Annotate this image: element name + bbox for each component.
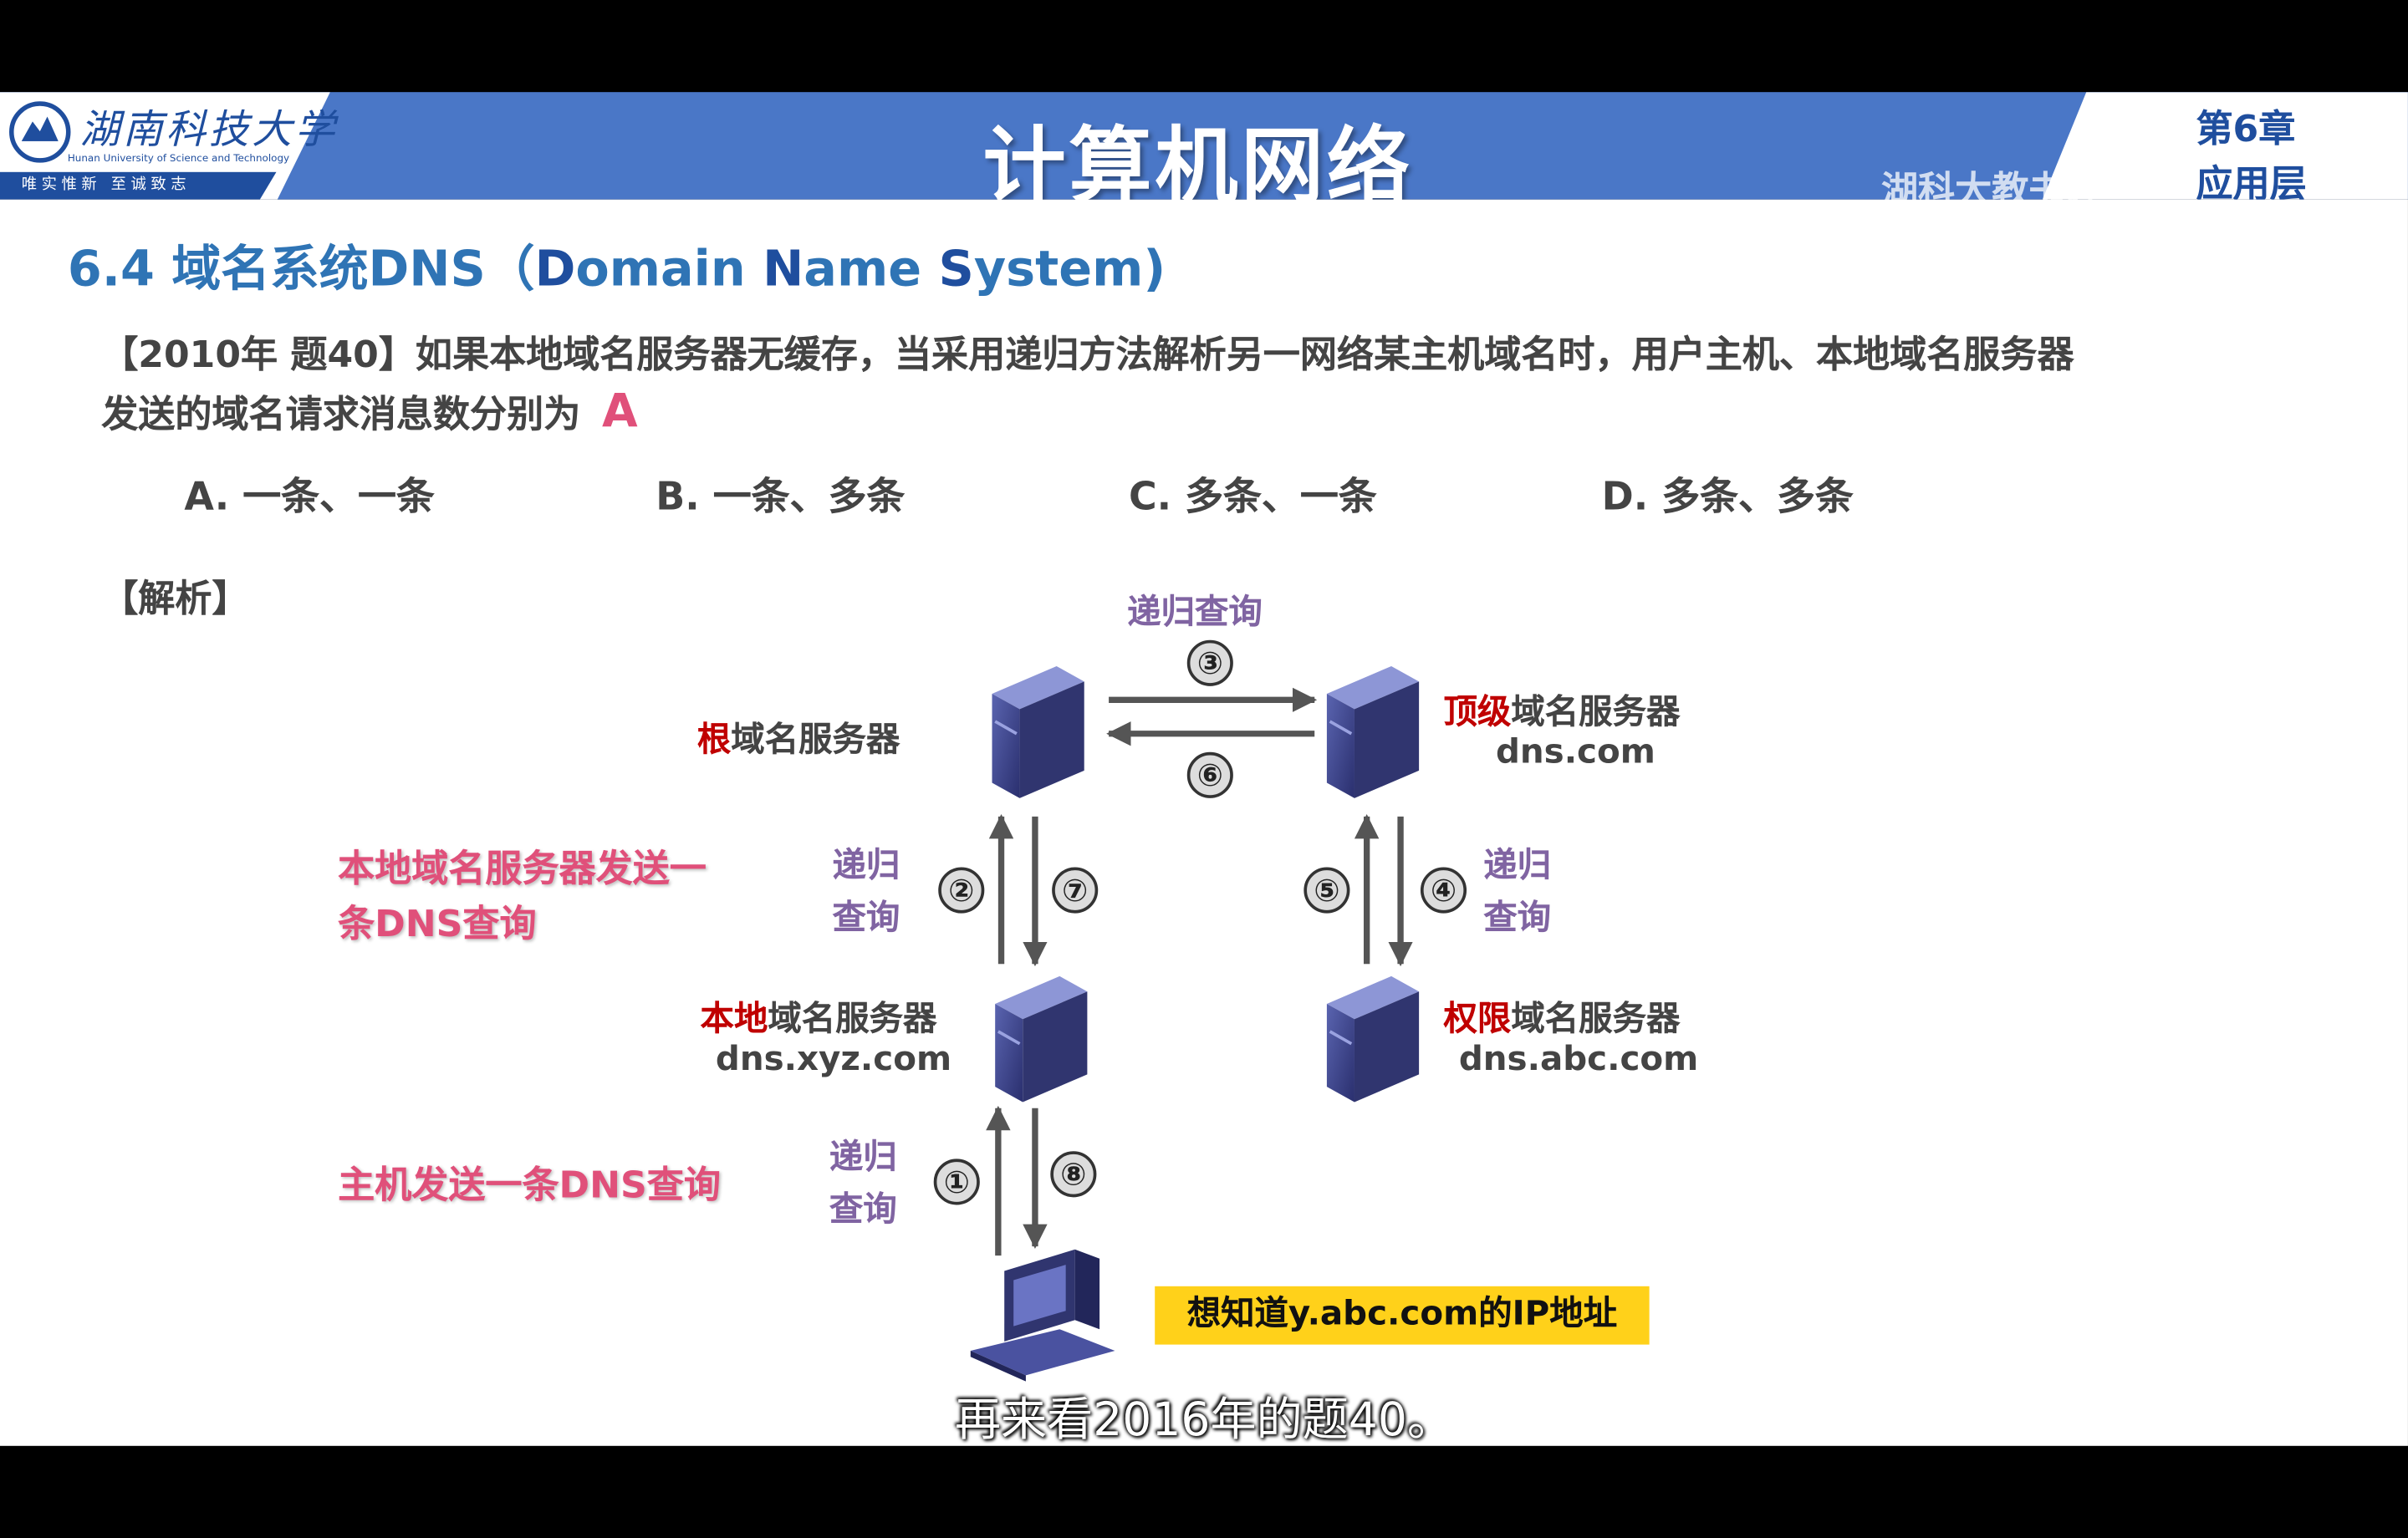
root-server-icon [992, 665, 1084, 798]
auth-server-label: 权限域名服务器 [1443, 991, 1680, 1041]
step-1: ① [933, 1159, 980, 1205]
tld-server-domain: dns.com [1495, 733, 1656, 772]
auth-server-domain: dns.abc.com [1458, 1041, 1699, 1079]
tld-server-label: 顶级域名服务器 [1443, 685, 1680, 734]
local-server-label: 本地域名服务器 [701, 991, 937, 1041]
local-server-highlight: 本地 [700, 1001, 768, 1040]
step-6: ⑥ [1186, 751, 1233, 798]
video-subtitle: 再来看2016年的题40。 [954, 1393, 1454, 1448]
recursive-right-line2: 查询 [1483, 899, 1552, 938]
host-computer-icon [970, 1249, 1115, 1382]
recursive-query-bottom: 递归 查询 [829, 1133, 897, 1237]
auth-server-rest: 域名服务器 [1511, 1001, 1681, 1040]
local-server-icon [995, 975, 1088, 1103]
note-local-server: 本地域名服务器发送一 条DNS查询 [338, 841, 707, 951]
step-4: ④ [1420, 867, 1467, 914]
step-5: ⑤ [1303, 867, 1350, 914]
note-local-line2: 条DNS查询 [338, 902, 537, 946]
recursive-query-top: 递归查询 [1127, 593, 1263, 633]
step-2: ② [938, 867, 985, 914]
auth-server-highlight: 权限 [1443, 1001, 1512, 1040]
root-server-label: 根域名服务器 [697, 712, 900, 761]
note-host: 主机发送一条DNS查询 [338, 1163, 721, 1207]
tld-server-rest: 域名服务器 [1511, 694, 1681, 732]
local-server-rest: 域名服务器 [768, 1001, 937, 1040]
note-local-line1: 本地域名服务器发送一 [338, 847, 707, 891]
recursive-left-line2: 查询 [832, 899, 900, 938]
recursive-left-line1: 递归 [832, 847, 900, 886]
auth-server-icon [1326, 975, 1420, 1103]
root-server-rest: 域名服务器 [731, 721, 900, 760]
root-server-highlight: 根 [696, 721, 732, 760]
recursive-bottom-line1: 递归 [829, 1138, 897, 1178]
recursive-right-line1: 递归 [1483, 847, 1552, 886]
step-7: ⑦ [1052, 867, 1099, 914]
recursive-query-right: 递归 查询 [1483, 841, 1551, 945]
recursive-bottom-line2: 查询 [829, 1190, 897, 1230]
step-8: ⑧ [1050, 1151, 1097, 1198]
tld-server-icon [1326, 665, 1420, 798]
tld-server-highlight: 顶级 [1443, 694, 1512, 732]
local-server-domain: dns.xyz.com [715, 1041, 952, 1079]
recursive-query-left: 递归 查询 [832, 841, 900, 945]
step-3: ③ [1186, 639, 1233, 686]
goal-box: 想知道y.abc.com的IP地址 [1155, 1286, 1650, 1345]
